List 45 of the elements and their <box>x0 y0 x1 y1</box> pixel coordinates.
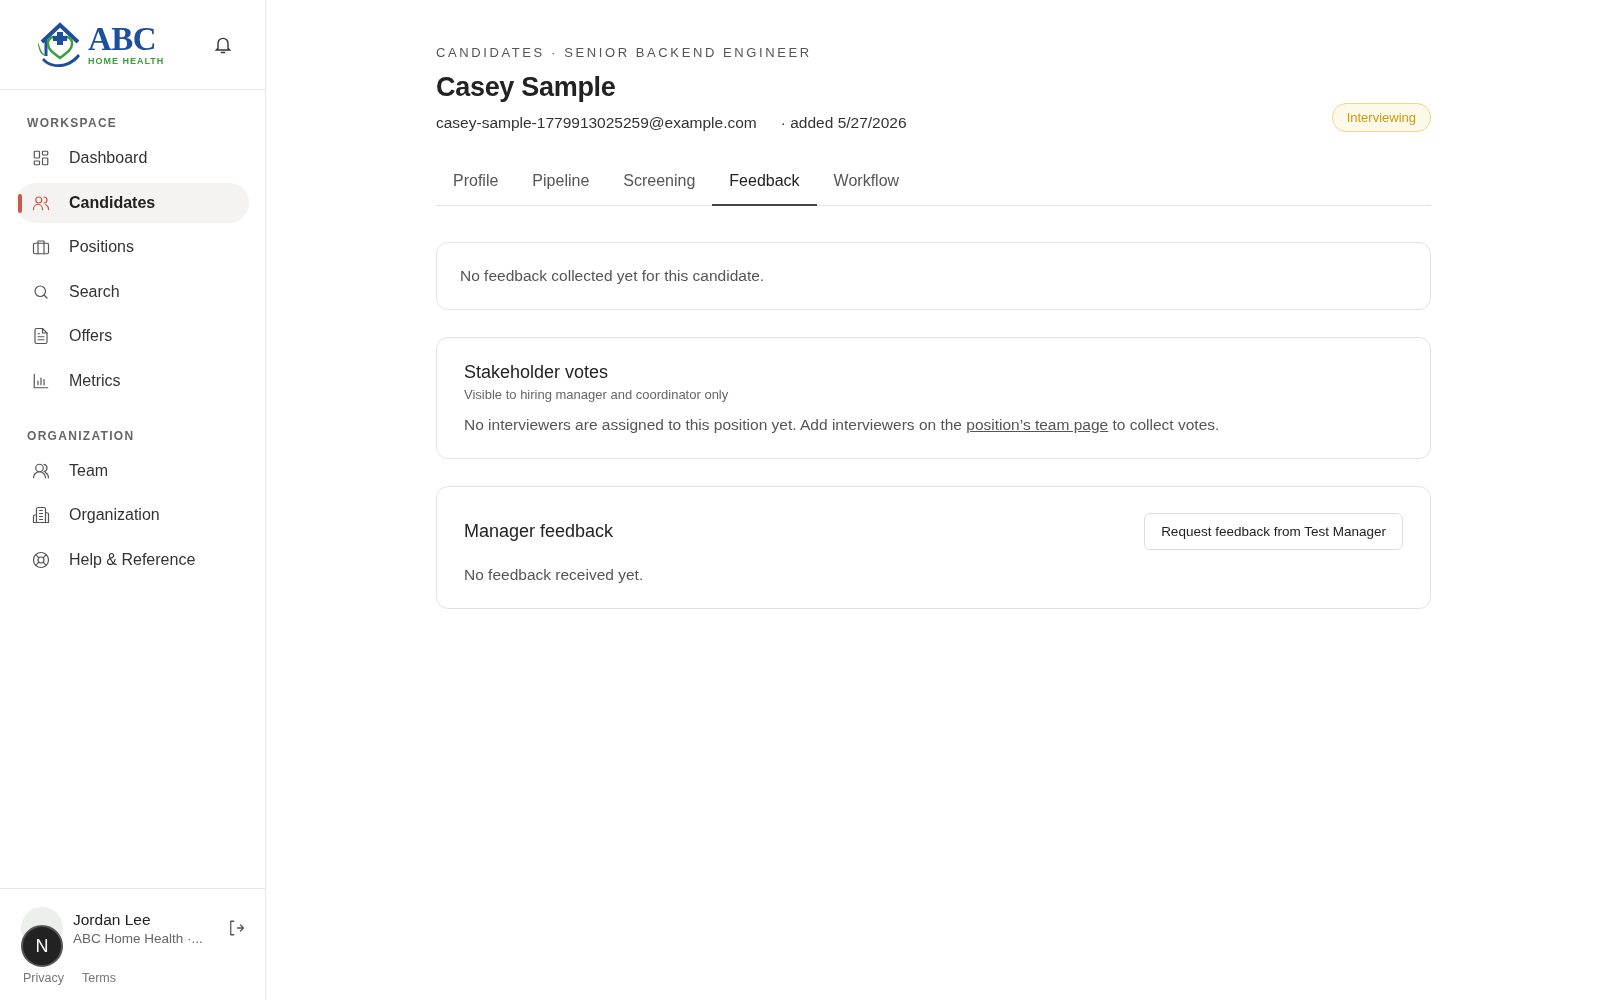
votes-message: No interviewers are assigned to this position yet. Add interviewers on the position’s team page to collect votes. <box>464 416 1221 434</box>
candidate-name: Casey Sample <box>436 72 617 103</box>
logo-wordmark: ABC <box>88 23 158 56</box>
dev-tools-button[interactable]: N <box>21 925 63 967</box>
card-subtitle: Visible to hiring manager and coordinator only <box>464 387 730 402</box>
users-icon <box>32 193 50 212</box>
team-page-link[interactable]: position’s team page <box>966 416 1109 433</box>
section-label: WORKSPACE <box>26 115 119 132</box>
sidebar-item[interactable]: Dashboard <box>16 138 249 178</box>
sidebar-item[interactable]: Search <box>16 271 249 312</box>
tab[interactable]: Profile <box>436 172 516 206</box>
users-icon <box>32 461 50 480</box>
sidebar-item[interactable]: Candidates <box>16 182 249 223</box>
lifebuoy-icon <box>32 550 50 569</box>
sidebar-item[interactable]: Help & Reference <box>16 539 249 580</box>
user-name: Jordan Lee <box>73 910 152 929</box>
tab[interactable]: Feedback <box>712 172 817 206</box>
briefcase-icon <box>32 238 50 256</box>
breadcrumb: CANDIDATES · SENIOR BACKEND ENGINEER <box>436 45 813 60</box>
logo-tagline: HOME HEALTH <box>88 57 165 66</box>
request-feedback-button[interactable]: Request feedback from Test Manager <box>1144 513 1403 550</box>
sidebar-item[interactable]: Positions <box>16 227 249 267</box>
empty-message: No feedback received yet. <box>464 566 645 584</box>
search-icon <box>32 282 50 301</box>
card-title: Stakeholder votes <box>464 362 610 383</box>
added-date: · added 5/27/2026 <box>780 113 907 132</box>
tab[interactable]: Pipeline <box>515 172 607 206</box>
sidebar-item[interactable]: Metrics <box>16 360 249 401</box>
building-icon <box>32 506 50 524</box>
empty-message: No feedback collected yet for this candidate. <box>460 267 766 285</box>
sidebar-item[interactable]: Organization <box>16 495 249 535</box>
candidate-email: casey-sample-1779913025259@example.com <box>436 113 757 132</box>
user-organization: ABC Home Health ·... <box>73 930 203 946</box>
footer-link[interactable]: Privacy <box>23 971 64 985</box>
bar-chart-icon <box>32 371 50 390</box>
footer-link[interactable]: Terms <box>82 971 116 985</box>
section-label: ORGANIZATION <box>26 427 136 445</box>
card-title: Manager feedback <box>464 521 614 542</box>
sidebar-item[interactable]: Offers <box>16 316 249 356</box>
dashboard-icon <box>32 149 50 167</box>
document-icon <box>32 327 50 345</box>
status-badge: Interviewing <box>1331 103 1431 132</box>
tab[interactable]: Workflow <box>816 172 917 206</box>
tab[interactable]: Screening <box>606 172 713 206</box>
sidebar-item[interactable]: Team <box>16 450 249 491</box>
